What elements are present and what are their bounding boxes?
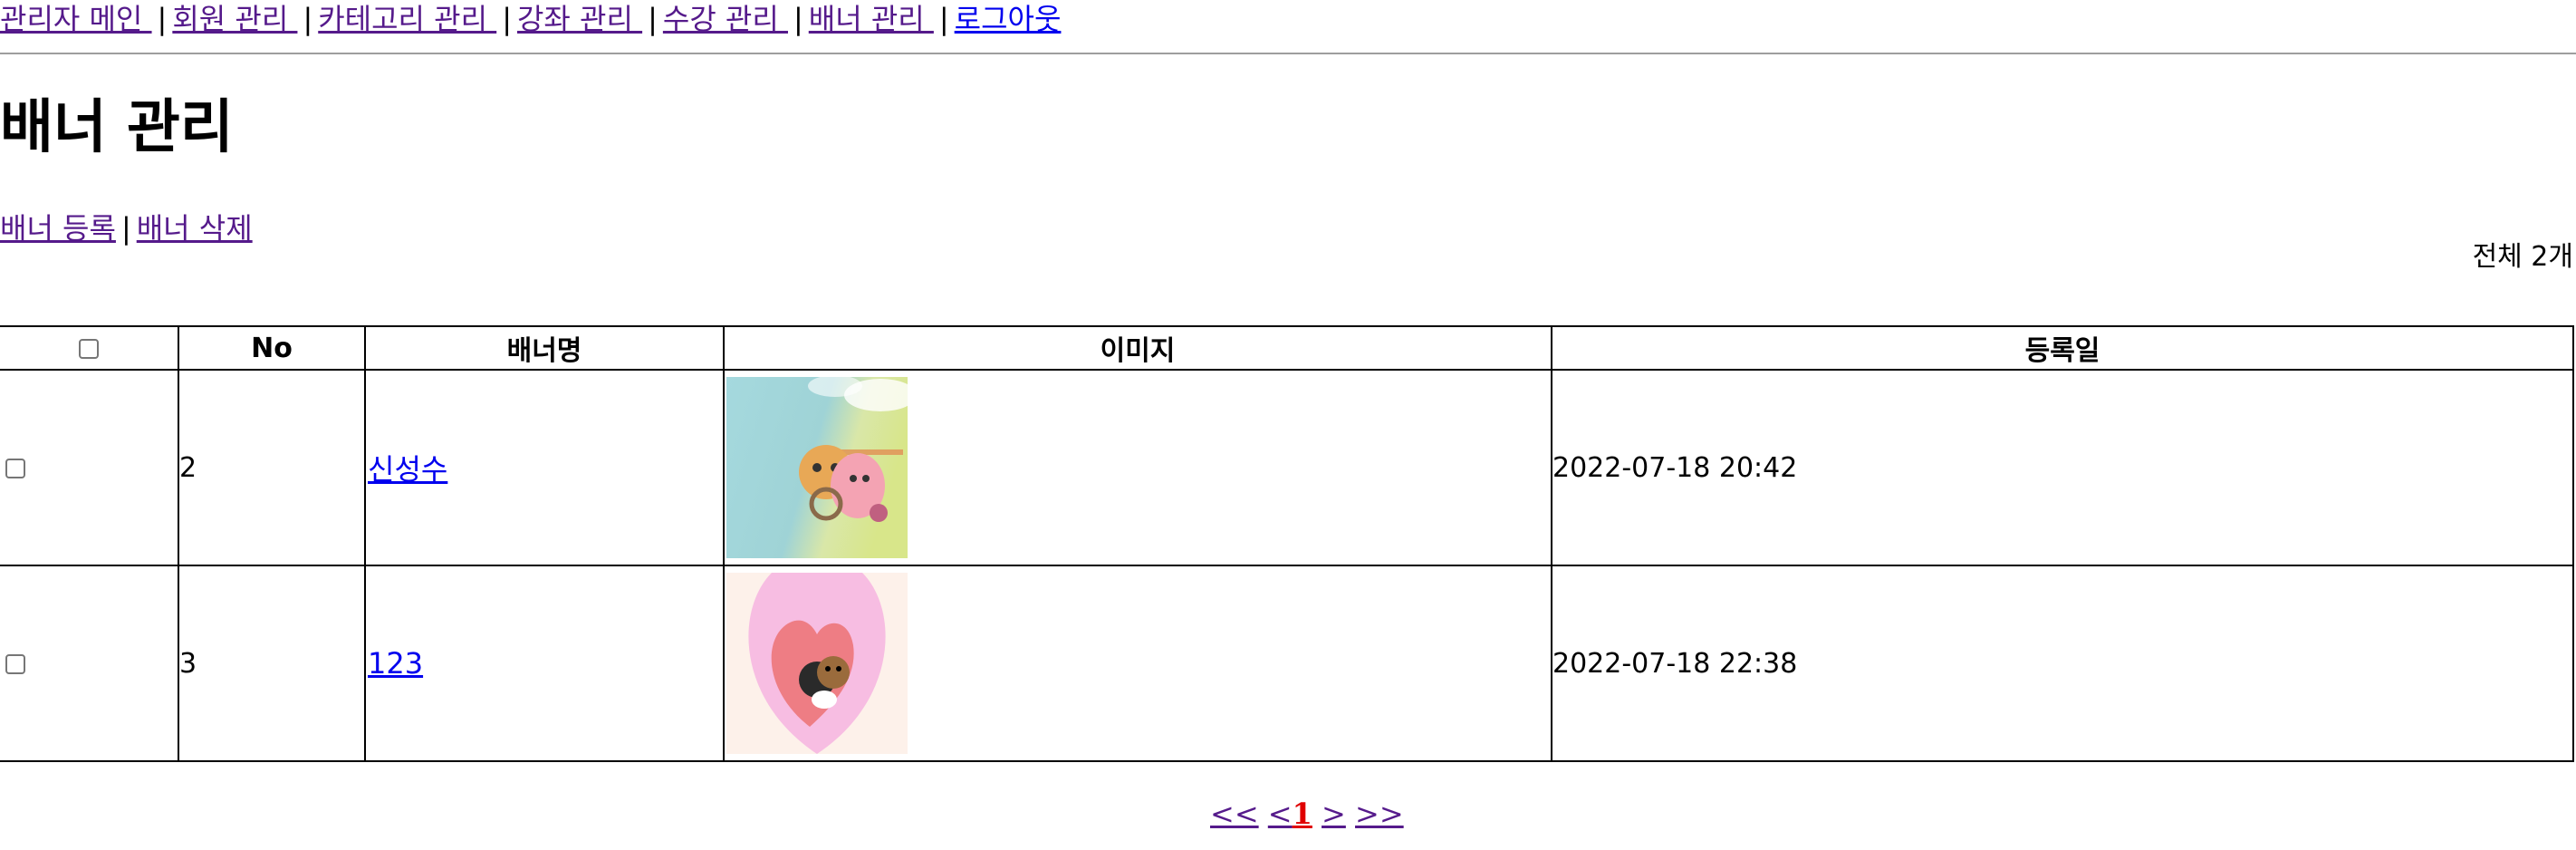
nav-link-logout[interactable]: 로그아웃 <box>955 2 1062 36</box>
pagination-first-link[interactable]: << <box>1210 797 1259 831</box>
nav-separator: | <box>793 2 803 36</box>
nav-link-banner-management[interactable]: 배너 관리 <box>809 2 934 36</box>
top-navigation: 관리자 메인 | 회원 관리 | 카테고리 관리 | 강좌 관리 | 수강 관리 | 배너… <box>0 0 1061 38</box>
actions-separator: | <box>120 211 131 246</box>
banner-name-cell: 123 <box>364 565 725 762</box>
nav-separator: | <box>303 2 313 36</box>
nav-separator: | <box>157 2 168 36</box>
row-select-cell <box>0 369 179 566</box>
column-header-image: 이미지 <box>723 325 1552 371</box>
pagination-prev-link[interactable]: < <box>1268 797 1293 831</box>
row-number: 2 <box>178 369 366 566</box>
banner-actions: 배너 등록 | 배너 삭제 <box>0 208 253 248</box>
nav-link-category-management[interactable]: 카테고리 관리 <box>318 2 496 36</box>
delete-banner-link[interactable]: 배너 삭제 <box>137 211 253 246</box>
table-row: 2 신성수 2022-07-18 20:42 <box>0 369 2574 566</box>
row-number: 3 <box>178 565 366 762</box>
nav-separator: | <box>648 2 658 36</box>
register-banner-link[interactable]: 배너 등록 <box>0 211 116 246</box>
pagination-current-page[interactable]: 1 <box>1293 797 1312 831</box>
row-select-cell <box>0 565 179 762</box>
table-header-row: No 배너명 이미지 등록일 <box>0 325 2574 371</box>
registered-date: 2022-07-18 20:42 <box>1551 369 2574 566</box>
column-header-registered-date: 등록일 <box>1551 325 2574 371</box>
nav-link-member-management[interactable]: 회원 관리 <box>172 2 297 36</box>
banner-image-cell <box>723 565 1552 762</box>
registered-date: 2022-07-18 22:38 <box>1551 565 2574 762</box>
column-header-no: No <box>178 325 366 371</box>
nav-separator: | <box>502 2 512 36</box>
header-divider <box>0 53 2576 54</box>
banner-table: No 배너명 이미지 등록일 2 신성수 2022-07-18 20:42 3 … <box>0 325 2574 762</box>
banner-name-link[interactable]: 신성수 <box>366 452 447 487</box>
row-checkbox[interactable] <box>5 654 25 674</box>
pagination: << <1 > >> <box>1210 794 1404 834</box>
nav-separator: | <box>938 2 949 36</box>
select-all-header <box>0 325 179 371</box>
pagination-last-link[interactable]: >> <box>1355 797 1404 831</box>
column-header-banner-name: 배너명 <box>364 325 725 371</box>
select-all-checkbox[interactable] <box>79 339 99 359</box>
pagination-next-link[interactable]: > <box>1322 797 1346 831</box>
page-title: 배너 관리 <box>0 94 234 161</box>
nav-link-enrollment-management[interactable]: 수강 관리 <box>663 2 788 36</box>
table-row: 3 123 2022-07-18 22:38 <box>0 565 2574 762</box>
total-count: 전체 2개 <box>2472 241 2573 273</box>
banner-image-cell <box>723 369 1552 566</box>
banner-thumbnail-image <box>726 573 908 754</box>
nav-link-course-management[interactable]: 강좌 관리 <box>517 2 642 36</box>
banner-thumbnail-image <box>726 377 908 558</box>
banner-name-cell: 신성수 <box>364 369 725 566</box>
row-checkbox[interactable] <box>5 459 25 478</box>
banner-name-link[interactable]: 123 <box>366 646 423 681</box>
nav-link-admin-main[interactable]: 관리자 메인 <box>0 2 152 36</box>
